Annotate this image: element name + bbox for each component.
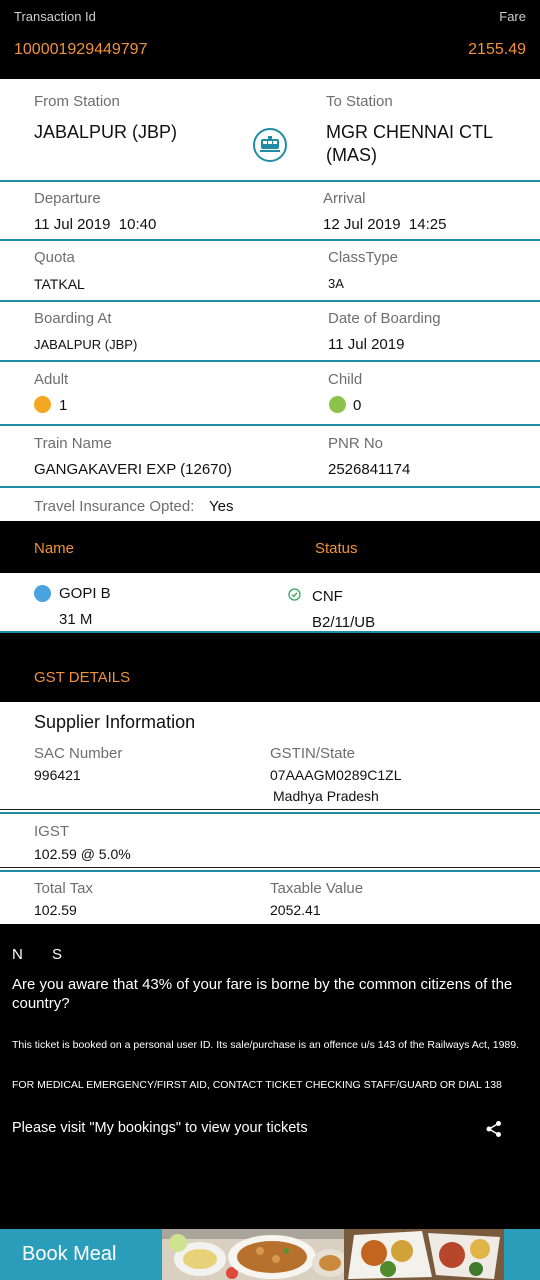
travel-insurance-value: Yes <box>209 498 234 515</box>
train-icon <box>253 128 287 162</box>
divider <box>0 870 540 872</box>
igst-value: 102.59 @ 5.0% <box>34 846 131 862</box>
check-icon <box>288 588 301 601</box>
total-tax-label: Total Tax <box>34 880 93 897</box>
gst-details-title: GST DETAILS <box>34 669 131 686</box>
divider <box>0 812 540 814</box>
meal-image-snacks <box>162 1229 344 1280</box>
departure-value: 11 Jul 2019 10:40 <box>34 216 157 233</box>
subsidy-notice: Are you aware that 43% of your fare is b… <box>12 976 513 1012</box>
class-type-label: ClassType <box>328 249 399 266</box>
train-name-label: Train Name <box>34 435 112 452</box>
child-label: Child <box>328 371 363 388</box>
divider <box>0 180 540 182</box>
supplier-info-heading: Supplier Information <box>34 712 196 732</box>
ns-n: N <box>12 946 23 963</box>
transaction-label: Transaction Id <box>14 9 96 24</box>
sac-number-value: 996421 <box>34 767 81 783</box>
child-count: 0 <box>353 397 362 414</box>
travel-insurance-label: Travel Insurance Opted: <box>34 498 195 515</box>
share-icon[interactable] <box>485 1120 503 1138</box>
divider <box>0 239 540 241</box>
passenger-icon <box>34 585 51 602</box>
quota-value: TATKAL <box>34 276 85 292</box>
divider <box>0 360 540 362</box>
class-type-value: 3A <box>328 276 344 291</box>
transaction-id: 100001929449797 <box>14 41 148 58</box>
pnr-label: PNR No <box>328 435 384 452</box>
passenger-age-gender: 31 M <box>59 611 93 628</box>
fare-value: 2155.49 <box>468 41 526 58</box>
book-meal-label: Book Meal <box>22 1243 117 1265</box>
name-column-header: Name <box>34 540 75 557</box>
arrival-value: 12 Jul 2019 14:25 <box>323 216 447 233</box>
pnr-value: 2526841174 <box>328 461 411 478</box>
taxable-value: 2052.41 <box>270 902 321 918</box>
meal-image-thali <box>344 1229 504 1280</box>
offence-notice: This ticket is booked on a personal user… <box>12 1039 520 1051</box>
from-station-label: From Station <box>34 93 120 110</box>
passenger-berth: B2/11/UB <box>312 614 376 631</box>
to-station-value-line1: MGR CHENNAI CTL <box>326 122 494 142</box>
adult-label: Adult <box>34 371 69 388</box>
arrival-label: Arrival <box>323 190 366 207</box>
gstin-label: GSTIN/State <box>270 745 356 762</box>
fare-label: Fare <box>499 9 526 24</box>
passenger-name: GOPI B <box>59 585 111 602</box>
to-station-label: To Station <box>326 93 393 110</box>
gstin-value: 07AAAGM0289C1ZL <box>270 767 402 783</box>
medical-notice: FOR MEDICAL EMERGENCY/FIRST AID, CONTACT… <box>12 1079 502 1091</box>
divider <box>0 300 540 302</box>
train-name-value: GANGAKAVERI EXP (12670) <box>34 461 232 478</box>
boarding-at-value: JABALPUR (JBP) <box>34 337 138 352</box>
boarding-date-value: 11 Jul 2019 <box>328 336 405 353</box>
departure-label: Departure <box>34 190 101 207</box>
igst-label: IGST <box>34 823 70 840</box>
to-station-value-line2: (MAS) <box>326 145 377 165</box>
passenger-status: CNF <box>312 588 343 605</box>
adult-icon <box>34 396 51 413</box>
divider <box>0 867 540 868</box>
total-tax-value: 102.59 <box>34 902 77 918</box>
divider <box>0 486 540 488</box>
boarding-date-label: Date of Boarding <box>328 310 441 327</box>
child-icon <box>329 396 346 413</box>
boarding-at-label: Boarding At <box>34 310 112 327</box>
book-meal-banner[interactable]: Book Meal <box>0 1229 540 1280</box>
quota-label: Quota <box>34 249 75 266</box>
divider <box>0 809 540 810</box>
sac-number-label: SAC Number <box>34 745 123 762</box>
adult-count: 1 <box>59 397 68 414</box>
from-station-value: JABALPUR (JBP) <box>34 122 178 142</box>
gst-state-value: Madhya Pradesh <box>273 788 379 804</box>
divider <box>0 424 540 426</box>
ns-s: S <box>52 946 63 963</box>
status-column-header: Status <box>315 540 358 557</box>
my-bookings-notice: Please visit "My bookings" to view your … <box>12 1120 308 1136</box>
divider <box>0 631 540 633</box>
taxable-value-label: Taxable Value <box>270 880 364 897</box>
